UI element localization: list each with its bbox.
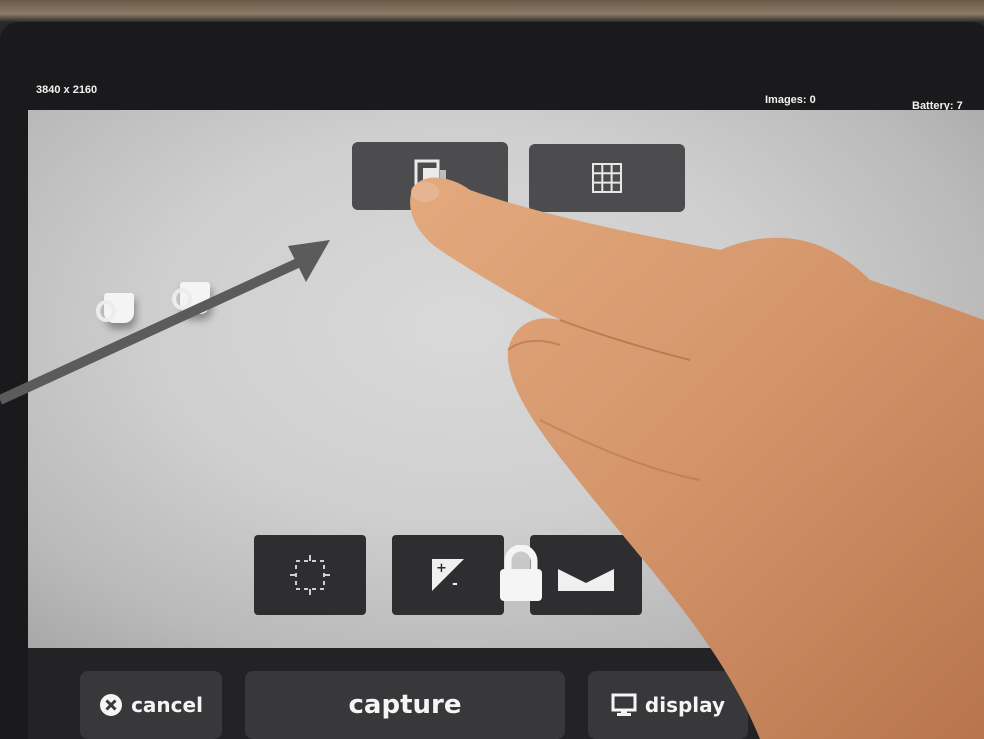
- pointing-hand: [410, 177, 984, 739]
- photo-background: 3840 x 2160 Images: 0 Battery: 7 + - can…: [0, 0, 984, 739]
